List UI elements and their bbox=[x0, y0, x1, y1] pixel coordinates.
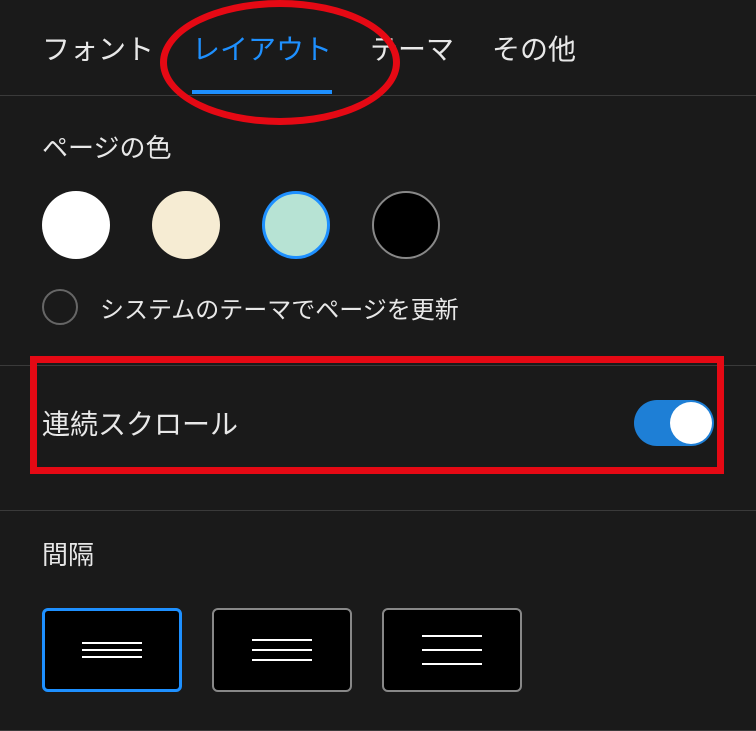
page-color-mint[interactable] bbox=[262, 191, 330, 259]
spacing-wide[interactable] bbox=[382, 608, 522, 692]
spacing-section: 間隔 bbox=[0, 511, 756, 608]
tab-theme[interactable]: テーマ bbox=[370, 28, 454, 90]
toggle-knob bbox=[670, 402, 712, 444]
page-color-sepia[interactable] bbox=[152, 191, 220, 259]
spacing-options bbox=[0, 608, 756, 712]
spacing-title: 間隔 bbox=[42, 535, 714, 572]
line-icon bbox=[422, 635, 482, 637]
line-icon bbox=[82, 642, 142, 644]
line-icon bbox=[252, 659, 312, 661]
line-icon bbox=[252, 649, 312, 651]
settings-tabs: フォント レイアウト テーマ その他 bbox=[0, 0, 756, 96]
spacing-tight[interactable] bbox=[42, 608, 182, 692]
system-theme-checkbox[interactable] bbox=[42, 289, 78, 325]
tab-layout[interactable]: レイアウト bbox=[192, 28, 332, 94]
system-theme-row: システムのテーマでページを更新 bbox=[42, 289, 714, 325]
line-icon bbox=[422, 649, 482, 651]
continuous-scroll-label: 連続スクロール bbox=[42, 403, 238, 443]
line-icon bbox=[82, 656, 142, 658]
tab-other[interactable]: その他 bbox=[492, 28, 576, 90]
line-icon bbox=[82, 649, 142, 651]
system-theme-label: システムのテーマでページを更新 bbox=[100, 290, 459, 325]
page-color-black[interactable] bbox=[372, 191, 440, 259]
page-color-title: ページの色 bbox=[42, 128, 714, 165]
line-icon bbox=[422, 663, 482, 665]
page-color-section: ページの色 システムのテーマでページを更新 bbox=[0, 96, 756, 335]
page-color-white[interactable] bbox=[42, 191, 110, 259]
spacing-medium[interactable] bbox=[212, 608, 352, 692]
line-icon bbox=[252, 639, 312, 641]
continuous-scroll-toggle[interactable] bbox=[634, 400, 714, 446]
continuous-scroll-row: 連続スクロール bbox=[0, 366, 756, 480]
page-color-swatches bbox=[42, 191, 714, 259]
tab-font[interactable]: フォント bbox=[42, 28, 154, 90]
